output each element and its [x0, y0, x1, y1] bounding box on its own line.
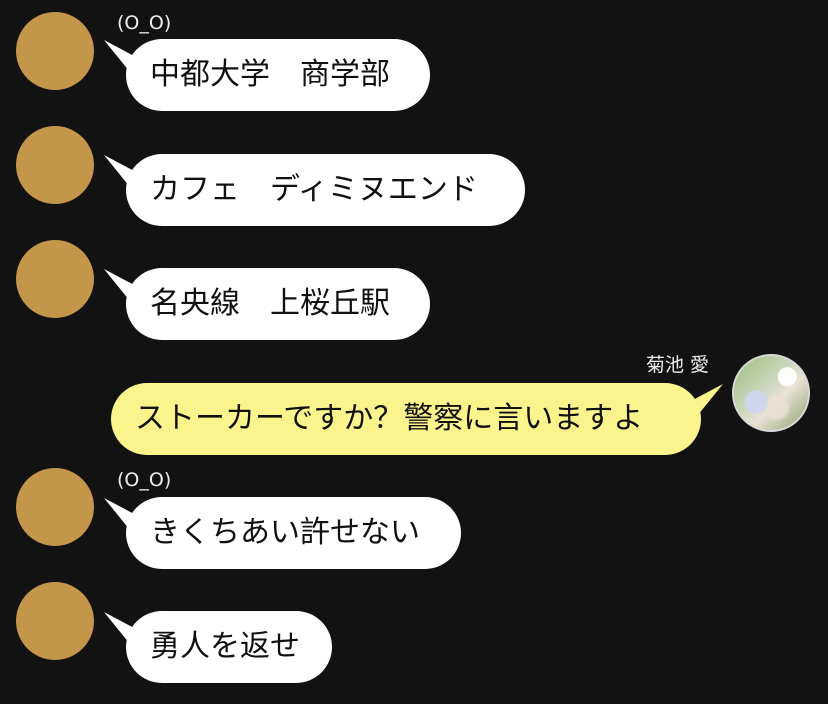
- sender-name: 菊池 愛: [646, 354, 710, 376]
- sender-name: (O_O): [117, 12, 172, 34]
- sender-name: (O_O): [117, 469, 172, 491]
- message-bubble[interactable]: 名央線 上桜丘駅: [126, 268, 430, 340]
- user-avatar[interactable]: [732, 354, 810, 432]
- message-bubble[interactable]: 勇人を返せ: [126, 611, 332, 683]
- sender-avatar[interactable]: [16, 240, 94, 318]
- sender-avatar[interactable]: [16, 126, 94, 204]
- message-bubble[interactable]: カフェ ディミヌエンド: [126, 154, 525, 226]
- sender-avatar[interactable]: [16, 582, 94, 660]
- message-bubble[interactable]: 中都大学 商学部: [126, 39, 430, 111]
- sender-avatar[interactable]: [16, 12, 94, 90]
- message-bubble[interactable]: ストーカーですか？警察に言いますよ: [111, 383, 701, 455]
- message-bubble[interactable]: きくちあい許せない: [126, 497, 461, 569]
- sender-avatar[interactable]: [16, 468, 94, 546]
